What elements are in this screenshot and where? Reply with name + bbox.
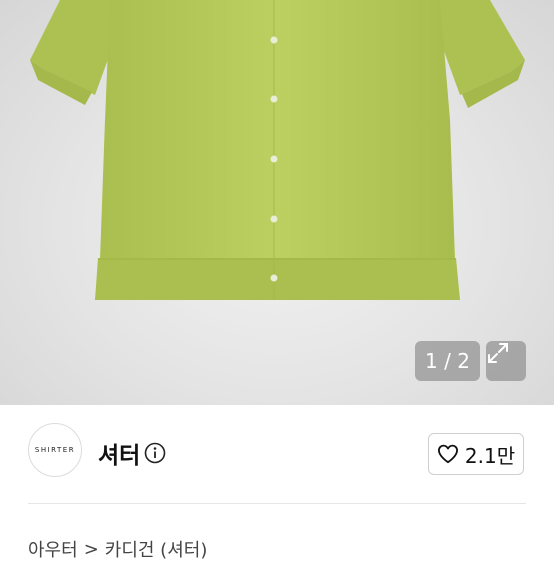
- expand-button[interactable]: [486, 341, 526, 381]
- expand-arrows-icon: [488, 343, 508, 363]
- breadcrumb-subcategory[interactable]: 카디건 (셔터): [105, 536, 208, 562]
- shop-name[interactable]: 셔터: [98, 436, 140, 470]
- shop-avatar[interactable]: SHIRTER: [28, 423, 82, 477]
- breadcrumb: 아우터 > 카디건 (셔터): [28, 536, 207, 562]
- like-count: 2.1만: [464, 443, 516, 468]
- shop-logo-text: SHIRTER: [34, 446, 76, 454]
- product-image[interactable]: 1 / 2: [0, 0, 554, 405]
- info-circle-icon[interactable]: [144, 442, 166, 464]
- like-button[interactable]: 2.1만: [428, 433, 524, 475]
- divider: [28, 503, 526, 504]
- image-counter: 1 / 2: [415, 341, 480, 381]
- breadcrumb-separator: >: [83, 538, 99, 560]
- breadcrumb-category[interactable]: 아우터: [28, 536, 78, 562]
- heart-outline-icon: [437, 444, 458, 464]
